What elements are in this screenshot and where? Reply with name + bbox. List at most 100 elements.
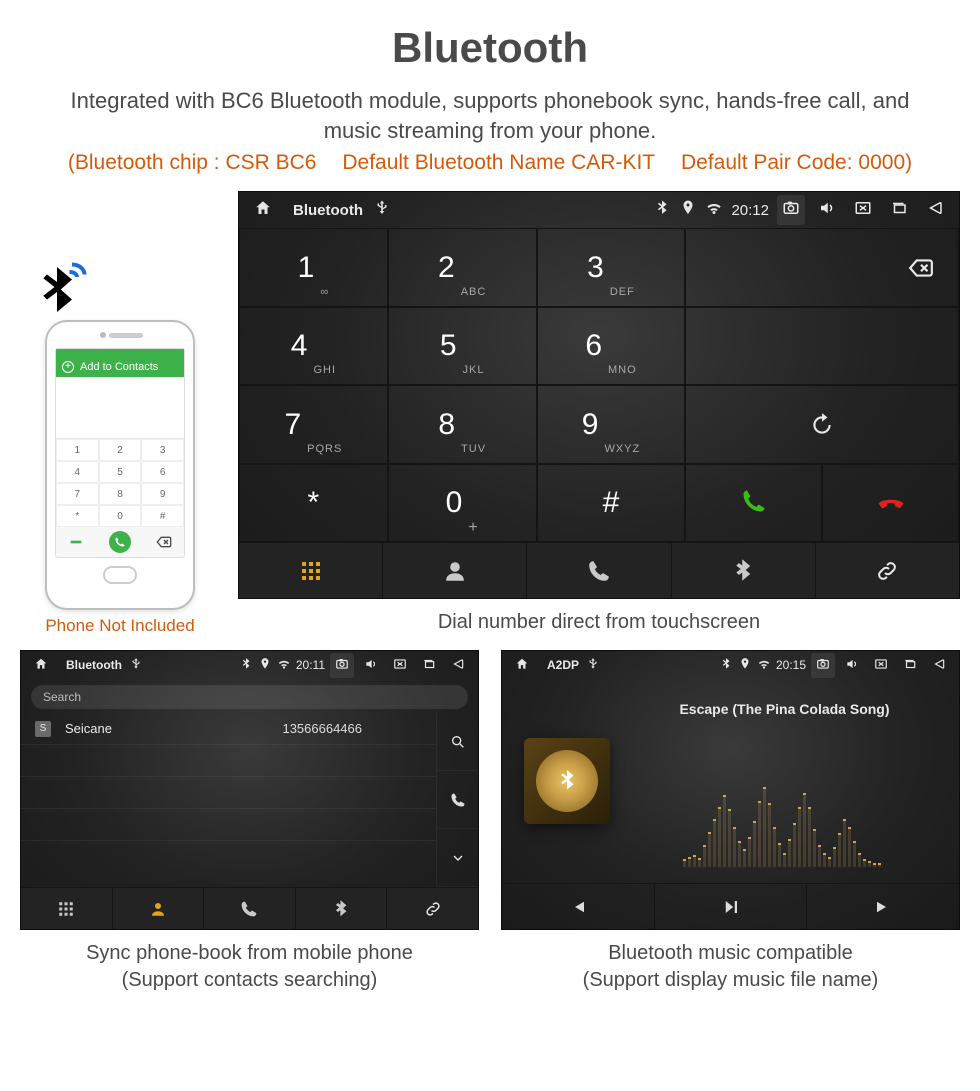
key-0[interactable]: 0+ xyxy=(388,464,537,543)
recent-apps-button[interactable] xyxy=(898,653,922,678)
recent-apps-button[interactable] xyxy=(885,195,913,225)
screenshot-button[interactable] xyxy=(330,653,354,678)
close-app-button[interactable] xyxy=(388,653,412,678)
wifi-icon xyxy=(705,199,723,221)
prev-track-button[interactable] xyxy=(502,883,655,929)
close-app-button[interactable] xyxy=(849,195,877,225)
search-input[interactable]: Search xyxy=(31,685,468,709)
key-8[interactable]: 8TUV xyxy=(388,385,537,464)
tab-call-log[interactable] xyxy=(527,543,671,598)
redial-button[interactable] xyxy=(685,385,959,464)
spec-chip: (Bluetooth chip : CSR BC6 xyxy=(68,151,317,174)
backspace-icon xyxy=(156,534,172,550)
empty-row xyxy=(21,841,436,887)
contact-number: 13566664466 xyxy=(282,721,362,736)
backspace-button[interactable] xyxy=(685,228,959,307)
visualizer xyxy=(620,777,943,867)
dial-head-unit: Bluetooth 20:12 xyxy=(238,191,960,599)
back-button[interactable] xyxy=(446,653,470,678)
number-display xyxy=(685,307,959,386)
screenshot-button[interactable] xyxy=(811,653,835,678)
location-icon xyxy=(679,199,697,221)
bluetooth-icon xyxy=(719,657,733,674)
home-button[interactable] xyxy=(29,653,53,678)
page-title: Bluetooth xyxy=(20,24,960,72)
close-app-button[interactable] xyxy=(869,653,893,678)
usb-icon xyxy=(373,199,391,221)
tab-pair[interactable] xyxy=(816,543,959,598)
contact-tag: S xyxy=(35,721,51,737)
spec-line: (Bluetooth chip : CSR BC6 Default Blueto… xyxy=(20,151,960,175)
statusbar-title: Bluetooth xyxy=(66,658,122,672)
back-button[interactable] xyxy=(927,653,951,678)
tab-call-log[interactable] xyxy=(204,888,296,929)
tab-bluetooth[interactable] xyxy=(672,543,816,598)
page-description: Integrated with BC6 Bluetooth module, su… xyxy=(50,86,930,145)
volume-button[interactable] xyxy=(813,195,841,225)
clock: 20:12 xyxy=(731,202,769,219)
volume-button[interactable] xyxy=(840,653,864,678)
wifi-icon xyxy=(757,657,771,674)
play-pause-button[interactable] xyxy=(655,883,808,929)
tab-bluetooth[interactable] xyxy=(296,888,388,929)
tab-pair[interactable] xyxy=(387,888,478,929)
phone-caption: Phone Not Included xyxy=(20,616,220,636)
back-button[interactable] xyxy=(921,195,949,225)
album-art xyxy=(524,738,610,824)
empty-row xyxy=(21,745,436,777)
key-2[interactable]: 2ABC xyxy=(388,228,537,307)
bluetooth-icon xyxy=(653,199,671,221)
usb-icon xyxy=(129,657,143,674)
phone-add-contacts: +Add to Contacts xyxy=(56,357,184,377)
bluetooth-icon xyxy=(239,657,253,674)
download-contacts-button[interactable] xyxy=(436,829,478,887)
keyboard-icon xyxy=(68,534,84,550)
key-4[interactable]: 4GHI xyxy=(239,307,388,386)
track-title: Escape (The Pina Colada Song) xyxy=(610,701,959,717)
key-1[interactable]: 1∞ xyxy=(239,228,388,307)
volume-button[interactable] xyxy=(359,653,383,678)
clock: 20:11 xyxy=(296,658,325,672)
contact-name: Seicane xyxy=(65,721,112,736)
phone-call-button xyxy=(109,531,131,553)
statusbar-title: Bluetooth xyxy=(293,202,363,219)
statusbar-title: A2DP xyxy=(547,658,579,672)
key-3[interactable]: 3DEF xyxy=(537,228,686,307)
home-button[interactable] xyxy=(249,195,277,225)
clock: 20:15 xyxy=(776,658,806,672)
key-5[interactable]: 5JKL xyxy=(388,307,537,386)
bluetooth-signal-icon xyxy=(27,262,87,322)
tab-contacts[interactable] xyxy=(113,888,205,929)
home-button[interactable] xyxy=(510,653,534,678)
key-9[interactable]: 9WXYZ xyxy=(537,385,686,464)
tab-dialpad[interactable] xyxy=(21,888,113,929)
phonebook-head-unit: Bluetooth 20:11 xyxy=(20,650,479,930)
phone-keypad: 123 456 789 *0# xyxy=(56,438,184,527)
dial-caption: Dial number direct from touchscreen xyxy=(238,609,960,636)
phone-mock: +Add to Contacts 123 456 789 *0# xyxy=(45,320,195,610)
contact-row[interactable]: S Seicane 13566664466 xyxy=(21,713,436,745)
key-star[interactable]: * xyxy=(239,464,388,543)
hangup-button[interactable] xyxy=(822,464,959,543)
phonebook-caption: Sync phone-book from mobile phone(Suppor… xyxy=(20,940,479,994)
call-button[interactable] xyxy=(685,464,822,543)
music-head-unit: A2DP 20:15 xyxy=(501,650,960,930)
next-track-button[interactable] xyxy=(807,883,959,929)
key-7[interactable]: 7PQRS xyxy=(239,385,388,464)
empty-row xyxy=(21,809,436,841)
screenshot-button[interactable] xyxy=(777,195,805,225)
spec-pair: Default Pair Code: 0000) xyxy=(681,151,912,174)
spec-name: Default Bluetooth Name CAR-KIT xyxy=(342,151,655,174)
key-6[interactable]: 6MNO xyxy=(537,307,686,386)
search-button[interactable] xyxy=(436,713,478,771)
music-caption: Bluetooth music compatible(Support displ… xyxy=(501,940,960,994)
tab-dialpad[interactable] xyxy=(239,543,383,598)
location-icon xyxy=(258,657,272,674)
wifi-icon xyxy=(277,657,291,674)
call-contact-button[interactable] xyxy=(436,771,478,829)
key-hash[interactable]: # xyxy=(537,464,686,543)
tab-contacts[interactable] xyxy=(383,543,527,598)
empty-row xyxy=(21,777,436,809)
usb-icon xyxy=(586,657,600,674)
recent-apps-button[interactable] xyxy=(417,653,441,678)
